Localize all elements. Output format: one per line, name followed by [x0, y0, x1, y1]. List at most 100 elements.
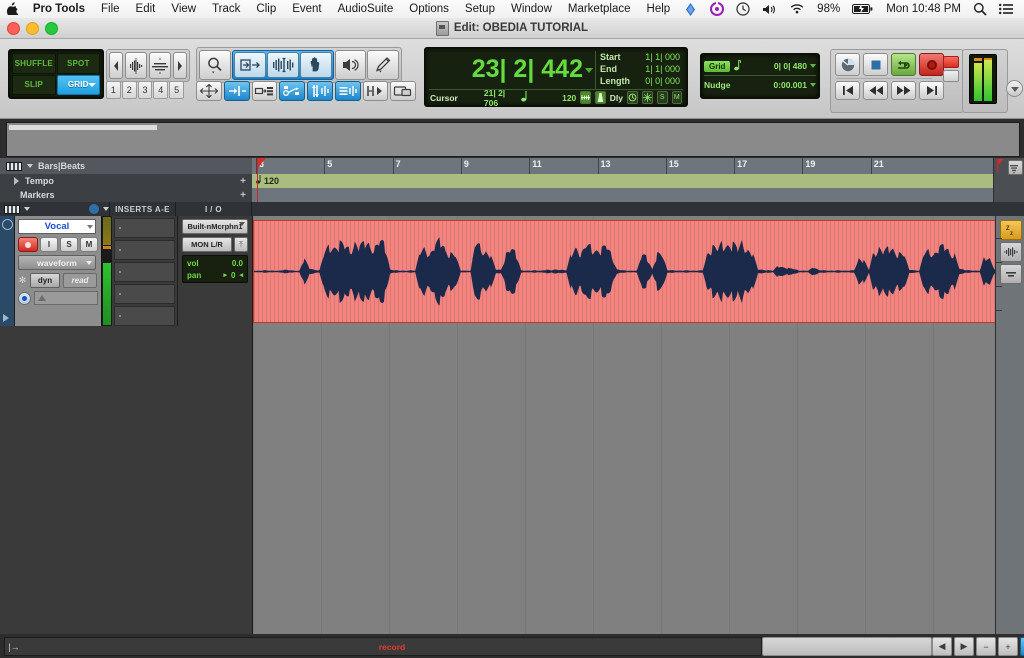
snowflake-icon[interactable]: ✻ — [18, 275, 27, 286]
tempo-expand-icon[interactable] — [14, 177, 19, 185]
zoom-preset-4[interactable]: 4 — [153, 81, 169, 99]
list-icon[interactable] — [994, 3, 1018, 15]
record-enable-flag[interactable] — [943, 56, 959, 68]
clock-icon[interactable] — [731, 2, 755, 16]
fast-forward-button[interactable] — [891, 81, 916, 100]
menu-item-window[interactable]: Window — [503, 3, 560, 15]
return-to-zero-button[interactable] — [835, 53, 860, 76]
menu-item-setup[interactable]: Setup — [457, 3, 503, 15]
go-to-end-button[interactable] — [919, 81, 944, 100]
collapse-icon[interactable] — [1000, 264, 1022, 284]
play-button[interactable] — [891, 53, 916, 76]
menu-item-audiosuite[interactable]: AudioSuite — [330, 3, 402, 15]
grabber-tool[interactable] — [299, 52, 332, 78]
voice-dot-icon[interactable] — [18, 291, 31, 305]
wifi-icon[interactable] — [784, 3, 810, 15]
selection-end-row[interactable]: End 1| 1| 000 — [597, 63, 683, 75]
zoom-preset-3[interactable]: 3 — [137, 81, 153, 99]
menu-item-clip[interactable]: Clip — [248, 3, 284, 15]
ruler-view-caret-icon[interactable] — [27, 164, 33, 168]
merge-icon[interactable] — [642, 91, 654, 104]
mirrored-midi-edit-button[interactable] — [307, 81, 333, 101]
menu-item-edit[interactable]: Edit — [128, 3, 164, 15]
menu-item-help[interactable]: Help — [639, 3, 679, 15]
track-playlist-area[interactable] — [253, 216, 1011, 634]
insertion-follows-playback-button[interactable] — [362, 81, 389, 101]
avid-icon[interactable] — [678, 2, 703, 16]
pencil-tool[interactable] — [367, 50, 400, 80]
input-selector[interactable]: Built-nMcrphn1 — [182, 219, 248, 234]
grid-value-row[interactable]: Grid 0| 0| 480 — [704, 57, 816, 75]
track-color-dot-icon[interactable] — [89, 204, 99, 214]
zoom-toggle-button[interactable] — [196, 81, 222, 101]
automation-mode-button[interactable]: read — [63, 273, 97, 288]
menu-item-options[interactable]: Options — [401, 3, 457, 15]
zoom-next-icon[interactable] — [173, 52, 187, 79]
window-title-bar[interactable]: Edit: OBEDIA TUTORIAL — [0, 18, 1024, 39]
tempo-ruler[interactable]: Tempo + 120 — [0, 174, 1024, 189]
pan-row[interactable]: pan ▸ 0 ◂ — [184, 269, 246, 281]
selection-length-row[interactable]: Length 0| 0| 000 — [597, 75, 683, 87]
zoom-previous-icon[interactable] — [109, 52, 123, 79]
bars-beats-ruler-name[interactable]: Bars|Beats — [0, 161, 252, 171]
rewind-button[interactable] — [863, 81, 888, 100]
tempo-ruler-name[interactable]: Tempo + — [0, 176, 252, 187]
edit-mode-grid[interactable]: GRID — [56, 74, 100, 95]
commands-keyboard-focus-button[interactable] — [390, 81, 416, 101]
countoff-icon[interactable] — [627, 91, 639, 104]
zoomer-tool[interactable] — [199, 50, 231, 80]
scrubber-tool[interactable] — [334, 50, 367, 80]
track-expand-icon[interactable] — [3, 314, 9, 322]
add-tempo-event-button[interactable]: + — [240, 176, 246, 187]
menu-item-view[interactable]: View — [163, 3, 204, 15]
online-flag[interactable] — [943, 70, 959, 82]
automation-follows-edit-button[interactable] — [334, 81, 361, 101]
solo-latch-button[interactable]: S — [657, 91, 668, 104]
audio-clip-vocal[interactable] — [253, 220, 1011, 323]
counter-format-caret[interactable] — [585, 68, 593, 73]
output-selector[interactable]: MON L/R — [182, 237, 232, 252]
toolbar-disclosure-button[interactable] — [1006, 80, 1023, 97]
selection-start-row[interactable]: Start 1| 1| 000 — [597, 51, 683, 63]
z-zoom-icon[interactable]: Zz — [1000, 220, 1022, 240]
insert-slot-b[interactable] — [114, 240, 175, 260]
inserts-header[interactable]: INSERTS A-E — [110, 202, 176, 216]
link-timeline-selection-button[interactable] — [251, 81, 278, 101]
nudge-value-row[interactable]: Nudge 0:00.001 — [704, 76, 816, 94]
sync-icon[interactable] — [705, 2, 729, 16]
edit-mode-slip[interactable]: SLIP — [12, 74, 56, 95]
record-arm-button[interactable] — [18, 237, 38, 252]
solo-button[interactable]: S — [60, 237, 78, 252]
pan-handle-icon[interactable]: ⤒ — [234, 237, 248, 252]
voice-selector[interactable] — [34, 291, 98, 305]
markers-ruler[interactable]: Markers + — [0, 188, 1024, 203]
bars-beats-ruler[interactable]: Bars|Beats 3 5 7 9 11 13 15 17 19 21 — [0, 158, 1024, 175]
markers-timeline[interactable] — [252, 188, 1024, 202]
track-header-vocal[interactable]: Vocal I S M waveform ✻ dyn read Built-nM… — [0, 216, 252, 326]
ruler-options-button[interactable] — [1008, 160, 1023, 175]
volume-row[interactable]: vol 0.0 — [184, 257, 246, 269]
meter-icon[interactable] — [580, 91, 592, 104]
track-name-field[interactable]: Vocal — [18, 219, 96, 234]
tempo-timeline[interactable]: 120 — [252, 174, 1024, 188]
nudge-caret-icon[interactable] — [810, 83, 816, 87]
bars-beats-timeline[interactable]: 3 5 7 9 11 13 15 17 19 21 — [252, 158, 1024, 174]
markers-ruler-name[interactable]: Markers + — [0, 190, 252, 201]
selector-tool[interactable] — [266, 52, 299, 78]
edit-mode-shuffle[interactable]: SHUFFLE — [12, 53, 56, 74]
link-track-selection-button[interactable] — [279, 81, 305, 101]
playhead-marker[interactable] — [257, 158, 266, 169]
overview-position-bar[interactable] — [9, 125, 157, 130]
timeline-overview-strip[interactable] — [0, 119, 1024, 158]
menu-item-file[interactable]: File — [93, 3, 128, 15]
track-controls-header[interactable] — [0, 202, 110, 216]
mute-button[interactable]: M — [80, 237, 98, 252]
input-caret-icon[interactable] — [239, 222, 245, 226]
menu-item-pro-tools[interactable]: Pro Tools — [25, 3, 93, 15]
insert-slot-d[interactable] — [114, 284, 175, 304]
apple-logo-icon[interactable] — [0, 1, 25, 18]
io-header[interactable]: I / O — [176, 202, 252, 216]
input-monitor-button[interactable]: I — [40, 237, 58, 252]
track-color-caret-icon[interactable] — [103, 207, 109, 211]
trim-tool[interactable] — [233, 52, 266, 78]
